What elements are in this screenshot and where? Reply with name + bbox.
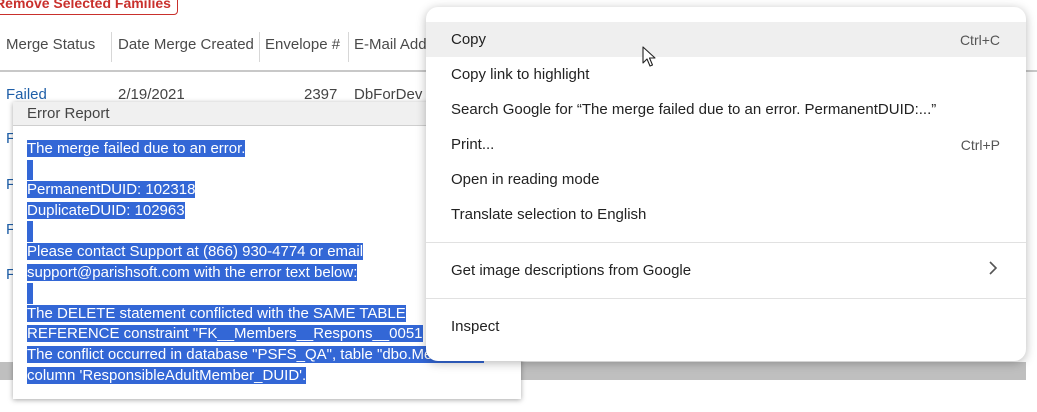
error-line: support@parishsoft.com with the error te… (27, 263, 358, 281)
menu-item-copy-link-to-highlight[interactable]: Copy link to highlight (426, 57, 1026, 92)
merge-status-link[interactable]: Failed (6, 86, 47, 103)
menu-item-shortcut: Ctrl+C (959, 31, 1000, 48)
menu-item-label: Translate selection to English (451, 206, 647, 223)
menu-item-copy[interactable]: Copy Ctrl+C (426, 22, 1026, 57)
menu-item-open-in-reading-mode[interactable]: Open in reading mode (426, 162, 1026, 197)
error-line: Please contact Support at (866) 930-4774… (27, 242, 364, 260)
menu-item-label: Copy (451, 31, 487, 48)
date-merge-created-cell: 2/19/2021 (118, 86, 185, 103)
email-address-cell: DbForDev (354, 86, 423, 103)
column-divider[interactable] (259, 32, 260, 62)
menu-item-label: Search Google for “The merge failed due … (451, 101, 937, 118)
menu-item-translate-selection[interactable]: Translate selection to English (426, 197, 1026, 232)
menu-separator (426, 298, 1026, 299)
error-line: column 'ResponsibleAdultMember_DUID'. (27, 366, 307, 384)
error-line: The DELETE statement conflicted with the… (27, 304, 406, 322)
envelope-number-cell: 2397 (304, 86, 338, 103)
menu-item-inspect[interactable]: Inspect (426, 309, 1026, 344)
column-divider[interactable] (348, 32, 349, 62)
menu-item-label: Inspect (451, 318, 500, 335)
chevron-right-icon (988, 261, 998, 280)
context-menu: Copy Ctrl+C Copy link to highlight Searc… (426, 7, 1026, 361)
error-line: PermanentDUID: 102318 (27, 181, 196, 199)
error-line: The conflict occurred in database "PSFS_… (27, 345, 484, 363)
menu-separator (426, 242, 1026, 243)
menu-item-label: Open in reading mode (451, 171, 600, 188)
column-header-email-address[interactable]: E-Mail Address (354, 36, 434, 53)
error-line: The merge failed due to an error. (27, 140, 246, 157)
column-header-envelope[interactable]: Envelope # (265, 36, 347, 53)
menu-item-label: Print... (451, 136, 495, 153)
menu-item-get-image-descriptions[interactable]: Get image descriptions from Google (426, 253, 1026, 288)
column-divider[interactable] (111, 32, 112, 62)
error-line: REFERENCE constraint "FK__Members__Respo… (27, 325, 423, 343)
menu-item-print[interactable]: Print... Ctrl+P (426, 127, 1026, 162)
menu-item-label: Copy link to highlight (451, 66, 590, 83)
mouse-cursor-icon (642, 46, 656, 68)
error-line: DuplicateDUID: 102963 (27, 201, 185, 219)
menu-item-shortcut: Ctrl+P (960, 136, 1000, 153)
menu-item-search-google[interactable]: Search Google for “The merge failed due … (426, 92, 1026, 127)
remove-selected-families-button[interactable]: Remove Selected Families (0, 0, 178, 15)
column-header-merge-status[interactable]: Merge Status (6, 36, 110, 53)
menu-item-label: Get image descriptions from Google (451, 262, 692, 279)
column-header-date-merge-created[interactable]: Date Merge Created (118, 36, 258, 53)
